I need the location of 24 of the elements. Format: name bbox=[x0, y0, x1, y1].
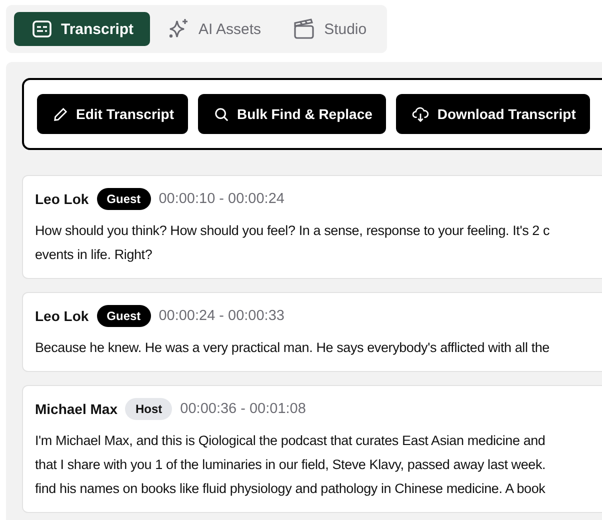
speaker-name: Leo Lok bbox=[35, 191, 89, 207]
speaker-name: Michael Max bbox=[35, 401, 118, 417]
toolbar-button[interactable]: Bulk Find & Replace bbox=[198, 94, 386, 134]
pencil-icon bbox=[53, 106, 68, 122]
clapper-icon bbox=[293, 18, 316, 40]
transcript-text: How should you think? How should you feel? In a sense, response to your feeling. It's 2 c events in life. Right? bbox=[35, 222, 551, 264]
role-badge: Guest bbox=[96, 305, 151, 327]
role-badge: Host bbox=[125, 398, 172, 420]
cloud-download-icon bbox=[412, 106, 430, 122]
tab[interactable]: AI Assets bbox=[154, 12, 276, 46]
search-icon bbox=[214, 106, 230, 122]
transcript-icon bbox=[32, 20, 52, 38]
toolbar-button[interactable]: Edit Transcript bbox=[37, 94, 188, 134]
timestamp: 00:00:10 - 00:00:24 bbox=[158, 191, 284, 207]
timestamp: 00:00:24 - 00:00:33 bbox=[158, 308, 284, 324]
sparkle-icon bbox=[168, 18, 190, 40]
transcript-text: I'm Michael Max, and this is Qiological the podcast that curates East Asian medicine and that I share with you 1 of the luminaries in our field, Steve Klavy, passed away last week. find his names on books like fluid physiology and pathology in Chinese medicine. A book bbox=[35, 432, 547, 498]
speaker-name: Leo Lok bbox=[35, 308, 89, 324]
tab[interactable]: Transcript bbox=[14, 12, 150, 46]
tab[interactable]: Studio bbox=[279, 12, 381, 46]
transcript-text: Because he knew. He was a very practical man. He says everybody's afflicted with all the bbox=[35, 339, 550, 357]
toolbar-button[interactable]: Download Transcript bbox=[396, 94, 590, 134]
role-badge: Guest bbox=[96, 188, 151, 210]
timestamp: 00:00:36 - 00:01:08 bbox=[180, 401, 306, 417]
